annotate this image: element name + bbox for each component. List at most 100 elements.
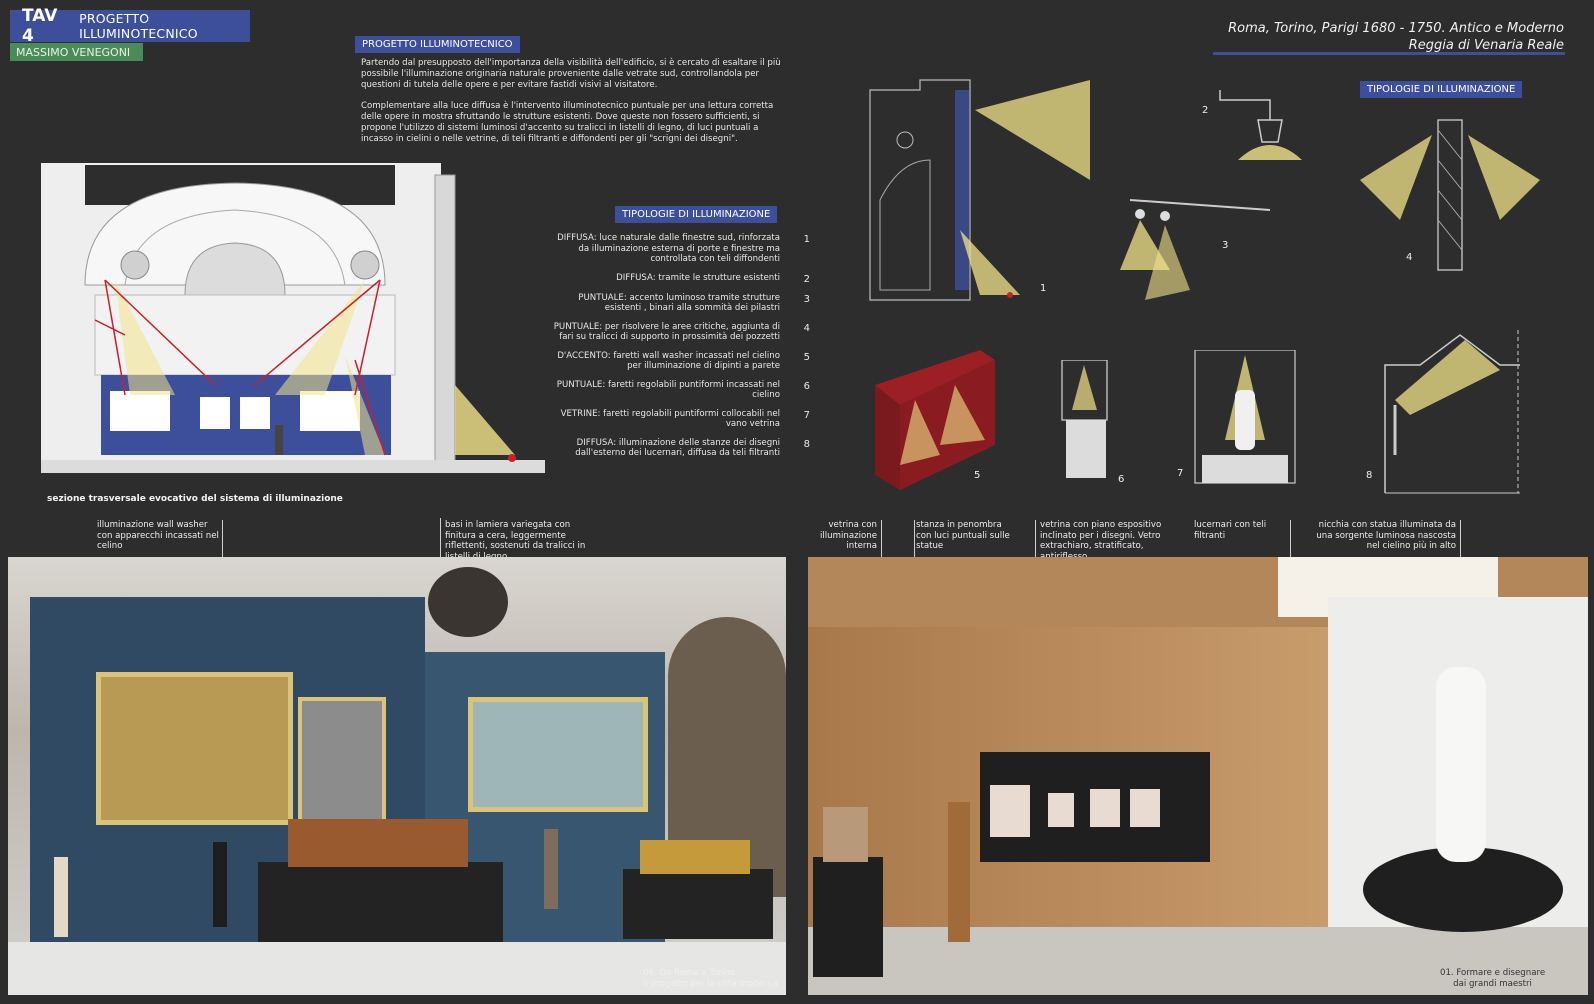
render-left-model-2: [640, 840, 750, 874]
legend-heading: TIPOLOGIE DI ILLUMINAZIONE: [615, 206, 778, 223]
diagram-8: [1384, 330, 1520, 494]
diagram-2-bracket: [1219, 90, 1271, 120]
intro-heading: PROGETTO ILLUMINOTECNICO: [355, 36, 520, 53]
legend-item: DIFFUSA: illuminazione delle stanze dei …: [540, 438, 810, 459]
painting-4: [300, 391, 360, 431]
annotation-lucernari: lucernari con teli filtranti: [1194, 520, 1267, 541]
diagram-4-beam-left: [1360, 135, 1432, 220]
legend-item-number: 1: [803, 234, 810, 245]
diagram-4-beam-right: [1468, 135, 1540, 220]
render-right-caption: 01. Formare e disegnare dai grandi maest…: [1440, 968, 1545, 989]
render-left-painting-3: [468, 697, 648, 812]
legend-item-text: DIFFUSA: tramite le strutture esistenti: [616, 272, 780, 283]
diagram-7-plinth: [1202, 455, 1288, 483]
diagram-2-beam: [1238, 145, 1302, 160]
diagram-6: [1061, 360, 1108, 478]
render-left-base-1: [258, 862, 503, 942]
render-left-painting-2: [298, 697, 386, 823]
legend-list: DIFFUSA: luce naturale dalle finestre su…: [540, 233, 810, 467]
legend-item-number: 7: [803, 409, 810, 421]
legend-item: D'ACCENTO: faretti wall washer incassati…: [540, 351, 810, 372]
render-right: 01. Formare e disegnare dai grandi maest…: [808, 557, 1588, 995]
legend-item-number: 4: [803, 322, 810, 334]
diagram-4-number: 4: [1406, 252, 1413, 263]
legend-item-number: 5: [803, 351, 810, 363]
diagram-3-number: 3: [1222, 240, 1229, 251]
painting-1: [110, 391, 170, 431]
shell-ornament-right: [350, 250, 380, 280]
diagram-1-beam-upper: [975, 80, 1090, 180]
legend-item-text: PUNTUALE: accento luminoso tramite strut…: [578, 292, 780, 314]
painting-3: [240, 397, 270, 429]
section-side-wall: [434, 174, 456, 466]
shell-ornament-left: [120, 250, 150, 280]
human-figure: [275, 425, 283, 455]
legend-item-text: D'ACCENTO: faretti wall washer incassati…: [557, 350, 780, 372]
intro-text: Partendo dal presupposto dell'importanza…: [361, 58, 781, 155]
render-right-drawing-2: [1048, 793, 1074, 827]
legend-item-number: 8: [803, 438, 810, 450]
diagram-6-number: 6: [1118, 474, 1125, 485]
render-left-visitor-2: [213, 842, 227, 927]
legend-item-number: 6: [803, 380, 810, 392]
diagram-8-beam: [1395, 340, 1500, 415]
diagram-7: [1194, 350, 1296, 484]
tav-title: PROGETTO ILLUMINOTECNICO: [79, 11, 198, 41]
render-left-base-2: [623, 869, 773, 939]
diagram-2-number: 2: [1202, 105, 1209, 116]
diagram-7-statue: [1235, 390, 1255, 450]
diagram-3: [1120, 199, 1271, 300]
tav-number: TAV 4: [22, 6, 58, 46]
annotation-wall-washer: illuminazione wall washer con apparecchi…: [97, 520, 219, 551]
legend-item-number: 3: [803, 293, 810, 305]
legend-item: DIFFUSA: luce naturale dalle finestre su…: [540, 233, 810, 265]
intro-paragraph-2: Complementare alla luce diffusa è l'inte…: [361, 101, 774, 144]
render-right-plinth: [813, 857, 883, 977]
ground-line: [41, 460, 545, 473]
section-caption: sezione trasversale evocativo del sistem…: [47, 494, 343, 504]
legend-item: PUNTUALE: per risolvere le aree critiche…: [540, 322, 810, 343]
diagram-2: [1219, 90, 1302, 160]
diagram-1: [869, 79, 1090, 301]
title-underline: [1213, 52, 1565, 55]
annotation-vetrina: vetrina con illuminazione interna: [820, 520, 877, 551]
exterior-spot: [508, 454, 516, 462]
diagram-2-lantern: [1257, 119, 1283, 143]
render-right-caption-line1: 01. Formare e disegnare: [1440, 968, 1546, 978]
diagram-6-beam: [1072, 365, 1097, 410]
author-badge: MASSIMO VENEGONI: [10, 43, 143, 61]
render-right-drawing-3: [1090, 789, 1120, 827]
diagram-4: [1360, 119, 1540, 271]
diagram-7-number: 7: [1177, 468, 1184, 479]
tav-header: TAV 4 PROGETTO ILLUMINOTECNICO: [10, 6, 250, 46]
legend-item-text: PUNTUALE: faretti regolabili puntiformi …: [556, 379, 780, 401]
annotation-penombra: stanza in penombra con luci puntuali sul…: [916, 520, 1010, 551]
render-right-drawing-4: [1130, 789, 1160, 827]
render-left-painting-1: [96, 672, 293, 825]
diagram-5-number: 5: [974, 470, 981, 481]
annotation-nicchia: nicchia con statua illuminata da una sor…: [1316, 520, 1456, 551]
render-left-oculus: [428, 567, 508, 637]
painting-2: [200, 397, 230, 429]
annotation-basi: basi in lamiera variegata con finitura a…: [445, 520, 586, 562]
legend-item: VETRINE: faretti regolabili puntiformi c…: [540, 409, 810, 430]
legend-item-number: 2: [803, 273, 810, 285]
render-right-drawing-1: [990, 785, 1030, 837]
render-right-caption-line2: dai grandi maestri: [1453, 978, 1532, 989]
diagram-5: [875, 350, 995, 490]
render-right-visitor: [948, 802, 970, 942]
legend-item-text: DIFFUSA: luce naturale dalle finestre su…: [557, 233, 780, 264]
render-left-caption: 06. Da Roma a Torino Il progetto per la …: [643, 968, 778, 989]
annotation-vetrina-inclinata: vetrina con piano espositivo inclinato p…: [1040, 520, 1162, 562]
diagram-1-window: [955, 90, 969, 290]
diagram-8-number: 8: [1366, 470, 1373, 481]
diagram-3-track: [1129, 199, 1271, 211]
render-left-caption-line1: 06. Da Roma a Torino: [643, 968, 736, 978]
diagram-3-spot-1: [1135, 209, 1145, 219]
legend-item-text: VETRINE: faretti regolabili puntiformi c…: [560, 408, 780, 430]
typologies-heading: TIPOLOGIE DI ILLUMINAZIONE: [1360, 81, 1523, 98]
diagram-1-number: 1: [1040, 283, 1047, 294]
render-left-visitor-3: [544, 829, 558, 909]
render-left-model-1: [288, 819, 468, 867]
render-right-marble-statue: [1436, 667, 1486, 862]
